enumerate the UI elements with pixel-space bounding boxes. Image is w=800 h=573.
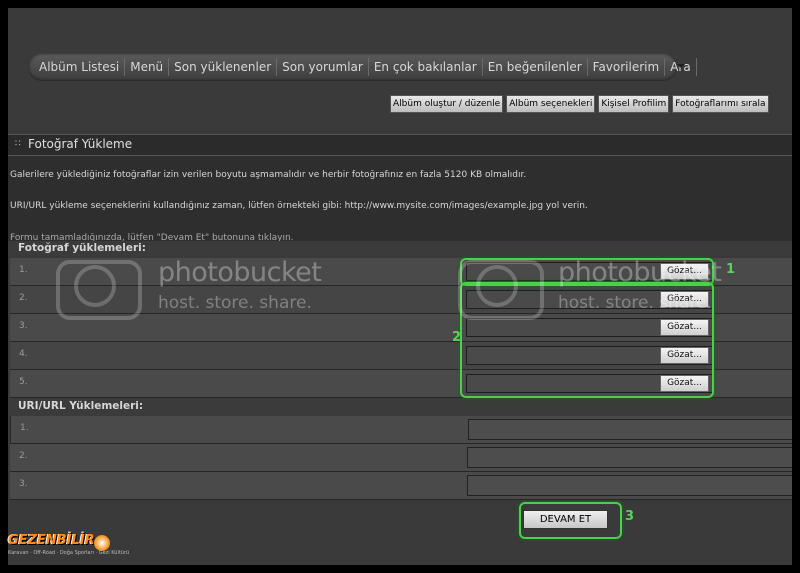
section-header: ∷ Fotoğraf Yükleme [8,134,792,156]
nav-latest-comments[interactable]: Son yorumlar [277,58,369,76]
url-input-1[interactable] [468,419,792,440]
nav-album-list[interactable]: Albüm Listesi [34,58,126,76]
url-row-2: 2. [10,444,792,472]
row-number: 2. [19,293,28,303]
lens-icon [74,265,116,307]
album-options-button[interactable]: Albüm seçenekleri [506,95,596,113]
sort-photos-button[interactable]: Fotoğraflarımı sırala [672,95,769,113]
highlight-ring-3 [519,502,622,539]
url-row-3: 3. [10,472,792,500]
row-number: 1. [19,265,28,275]
logo-tagline: Karavan · Off-Road · Doğa Sporları · Gez… [8,550,130,556]
row-number: 5. [19,377,28,387]
info-url-hint: URI/URL yükleme seçeneklerini kullandığı… [10,201,588,211]
url-input-3[interactable] [467,475,792,496]
create-album-button[interactable]: Albüm oluştur / düzenle [390,95,504,113]
watermark-brand: photobucket [158,257,322,288]
main-nav: Albüm Listesi Menü Son yüklenenler Son y… [28,53,697,81]
photo-uploads-heading: Fotoğraf yüklemeleri: [10,241,792,256]
nav-most-viewed[interactable]: En çok bakılanlar [369,58,483,76]
annotation-2: 2 [452,330,462,345]
nav-top-rated[interactable]: En beğenilenler [483,58,588,76]
gezenbilir-logo: GEZENBİLİR Karavan · Off-Road · Doğa Spo… [8,531,129,559]
nav-latest-uploads[interactable]: Son yüklenenler [169,58,278,76]
annotation-3: 3 [625,509,635,524]
row-number: 3. [19,479,28,489]
photobucket-watermark-left: photobucket host. store. share. [56,255,356,325]
url-row-1: 1. [10,416,792,444]
photobucket-watermark-right: photobucket host. store. share. [458,255,758,325]
url-uploads-heading: URI/URL Yüklemeleri: [10,399,792,416]
url-uploads-title: URI/URL Yüklemeleri: [18,400,144,412]
url-input-2[interactable] [467,447,792,468]
row-number: 1. [20,423,29,433]
nav-favorites[interactable]: Favorilerim [588,58,666,76]
profile-button[interactable]: Kişisel Profilim [598,95,670,113]
logo-text: GEZENBİLİR [8,533,95,548]
watermark-brand: photobucket [558,257,722,288]
logo-ball-icon [94,535,110,551]
watermark-tagline: host. store. share. [158,293,312,313]
upload-info: Galerilere yüklediğiniz fotoğraflar izin… [8,156,792,243]
sub-nav: Albüm oluştur / düzenle Albüm seçenekler… [390,95,769,113]
row-number: 4. [19,349,28,359]
info-size-limit: Galerilere yüklediğiniz fotoğraflar izin… [10,170,527,180]
nav-menu[interactable]: Menü [125,58,170,76]
section-title: Fotoğraf Yükleme [28,137,133,151]
nav-arrow-icon [677,64,685,68]
row-number: 2. [19,451,28,461]
row-number: 3. [19,321,28,331]
section-grip-icon: ∷ [15,139,21,149]
photo-uploads-title: Fotoğraf yüklemeleri: [18,242,146,254]
lens-icon [476,265,518,307]
watermark-tagline: host. store. share. [558,293,712,313]
